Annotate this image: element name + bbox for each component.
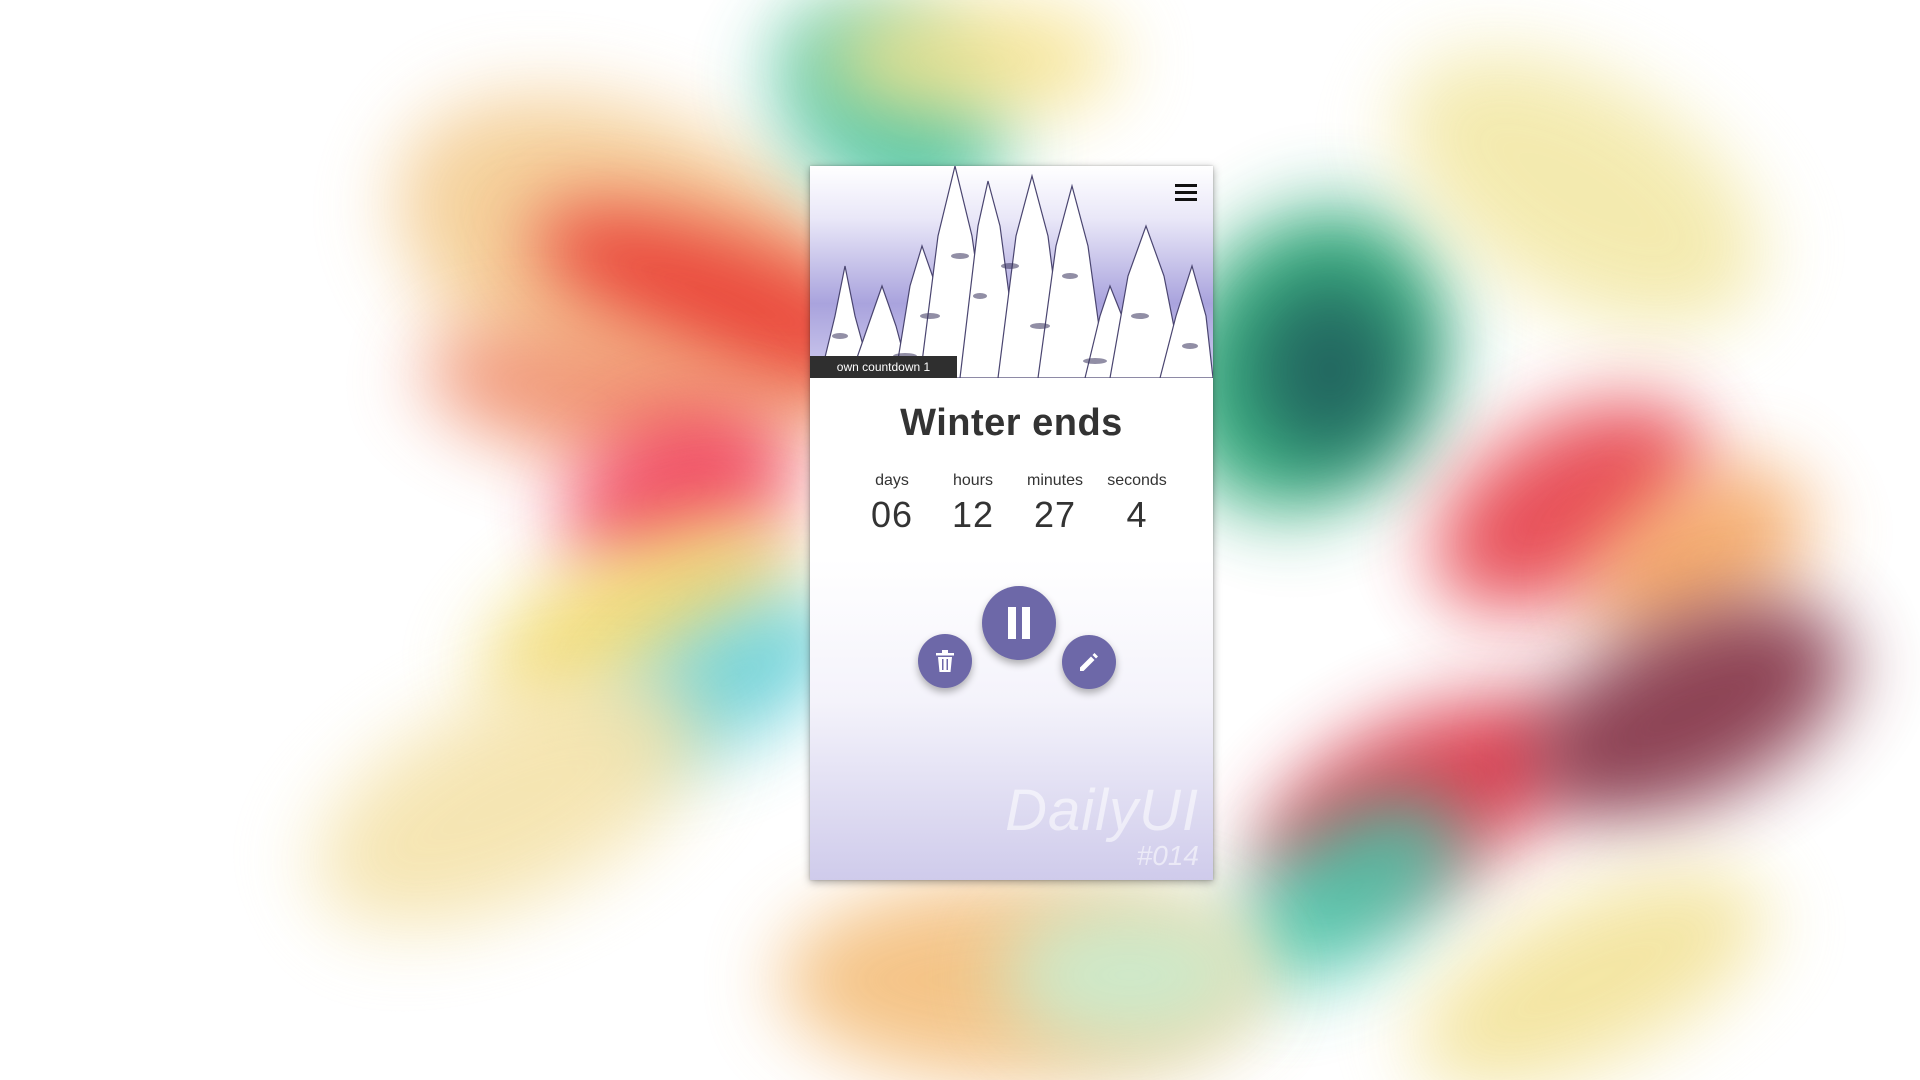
timer-hours-value: 12 — [951, 494, 995, 535]
timer-hours-label: hours — [952, 472, 994, 489]
watermark-title: DailyUI — [1005, 778, 1199, 843]
timer-minutes: minutes 27 — [1015, 472, 1095, 536]
timer-hours: hours 12 — [933, 472, 1013, 536]
menu-icon — [1175, 184, 1197, 187]
pause-icon — [1008, 607, 1030, 639]
pause-button[interactable] — [982, 586, 1056, 660]
edit-button[interactable] — [1062, 635, 1116, 689]
watermark-number: #014 — [1136, 840, 1199, 871]
timer-seconds-label: seconds — [1107, 472, 1167, 489]
winter-forest-image: own countdown 1 — [810, 166, 1213, 378]
countdown-card: own countdown 1 Winter ends days 06 hour… — [810, 166, 1213, 880]
countdown-timer: days 06 hours 12 minutes 27 seconds 4 — [810, 472, 1213, 542]
menu-button[interactable] — [1173, 180, 1199, 204]
pencil-icon — [1080, 653, 1098, 671]
timer-minutes-label: minutes — [1026, 472, 1084, 489]
timer-seconds: seconds 4 — [1097, 472, 1177, 536]
delete-button[interactable] — [918, 634, 972, 688]
countdown-title: Winter ends — [900, 402, 1123, 444]
timer-days-value: 06 — [870, 494, 914, 535]
timer-days-label: days — [875, 472, 909, 489]
timer-seconds-value: 4 — [1126, 494, 1148, 535]
timer-days: days 06 — [852, 472, 932, 536]
timer-minutes-value: 27 — [1033, 494, 1077, 535]
trash-icon — [936, 650, 954, 672]
dailyui-watermark: DailyUI #014 — [1005, 782, 1199, 870]
countdown-tag: own countdown 1 — [810, 356, 957, 378]
